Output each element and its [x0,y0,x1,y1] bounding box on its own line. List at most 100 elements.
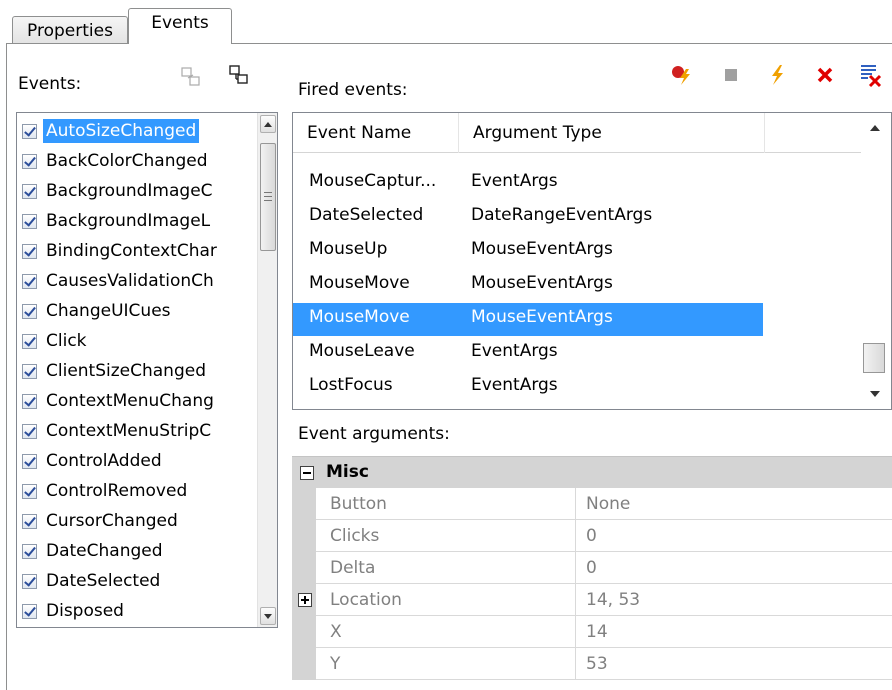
event-name-cell: MouseMove [309,307,410,327]
argument-type-cell: DateRangeEventArgs [471,205,653,225]
event-checkbox[interactable] [22,603,37,619]
event-list-item[interactable]: DateChanged [17,537,247,565]
column-header-argument-type[interactable]: Argument Type [459,113,765,153]
fired-event-row[interactable]: LostFocus EventArgs [293,371,763,404]
argument-type-cell: MouseEventArgs [471,239,613,259]
grid-scrollbar[interactable] [861,113,891,409]
event-checkbox[interactable] [22,573,37,589]
event-checkbox[interactable] [22,123,37,139]
category-row-misc[interactable]: Misc [292,456,892,488]
scroll-down-arrow[interactable] [260,607,276,625]
event-list-item[interactable]: BackgroundImageC [17,177,247,205]
event-list-item[interactable]: ControlAdded [17,447,247,475]
tab-properties[interactable]: Properties [12,16,128,44]
fired-event-row[interactable]: MouseMove MouseEventArgs [293,269,763,302]
event-checkbox[interactable] [22,333,37,349]
scroll-up-arrow[interactable] [870,125,880,131]
event-checkbox[interactable] [22,153,37,169]
property-gutter [292,616,316,648]
scroll-up-arrow[interactable] [260,115,276,133]
stop-icon[interactable] [722,66,744,88]
event-list-item[interactable]: CursorChanged [17,507,247,535]
event-checkbox[interactable] [22,183,37,199]
fired-event-row[interactable]: MouseLeave EventArgs [293,337,763,370]
event-checkbox[interactable] [22,513,37,529]
property-value[interactable]: 14, 53 [576,584,892,616]
event-list-item-label: BindingContextChar [46,241,217,261]
argument-type-cell: EventArgs [471,375,558,395]
fired-event-row[interactable]: MouseUp MouseEventArgs [293,235,763,268]
event-checkbox[interactable] [22,453,37,469]
event-list-item[interactable]: CausesValidationCh [17,267,247,295]
fired-event-row[interactable]: MouseMove MouseEventArgs [293,303,763,336]
event-checkbox[interactable] [22,243,37,259]
fired-event-row[interactable]: DateSelected DateRangeEventArgs [293,201,763,234]
property-row[interactable]: Button None [292,488,892,520]
event-list-item-label: ContextMenuChang [46,391,214,411]
events-list-scrollbar[interactable] [257,113,277,627]
event-list-item[interactable]: DateSelected [17,567,247,595]
event-checkbox[interactable] [22,273,37,289]
events-list[interactable]: AutoSizeChanged BackColorChanged Backgroun… [16,112,278,628]
event-list-item-label: ChangeUICues [46,301,171,321]
event-list-item-label: BackgroundImageL [46,211,211,231]
event-checkbox[interactable] [22,213,37,229]
event-checkbox[interactable] [22,483,37,499]
event-list-item-label: ContextMenuStripC [46,421,212,441]
event-list-item-label: CursorChanged [46,511,178,531]
event-checkbox[interactable] [22,393,37,409]
lightning-icon[interactable] [766,64,788,86]
event-list-item[interactable]: BackgroundImageL [17,207,247,235]
fired-events-grid[interactable]: Event Name Argument Type MouseCaptur... E… [292,112,892,410]
event-list-item-label: BackColorChanged [46,151,208,171]
property-gutter [292,552,316,584]
event-checkbox[interactable] [22,423,37,439]
fired-event-row[interactable]: MouseCaptur... EventArgs [293,167,763,200]
property-value[interactable]: 53 [576,648,892,680]
collapse-icon[interactable] [300,466,314,480]
property-row[interactable]: X 14 [292,616,892,648]
clear-list-icon[interactable] [858,62,882,88]
event-list-item[interactable]: ContextMenuStripC [17,417,247,445]
start-capture-icon[interactable] [670,64,692,86]
event-checkbox[interactable] [22,363,37,379]
delete-icon[interactable] [814,64,836,86]
expand-icon[interactable] [298,593,312,607]
property-value[interactable]: 0 [576,520,892,552]
event-list-item[interactable]: BindingContextChar [17,237,247,265]
property-name: X [316,616,576,648]
property-gutter [292,584,316,616]
new-window-icon[interactable] [228,64,250,86]
argument-type-cell: MouseEventArgs [471,307,613,327]
property-value[interactable]: 14 [576,616,892,648]
event-list-item[interactable]: Click [17,327,247,355]
scroll-thumb[interactable] [260,143,276,251]
event-list-item-label: ClientSizeChanged [46,361,206,381]
property-row[interactable]: Location 14, 53 [292,584,892,616]
event-list-item[interactable]: AutoSizeChanged [17,117,247,145]
property-value[interactable]: None [576,488,892,520]
property-row[interactable]: Clicks 0 [292,520,892,552]
scroll-down-arrow[interactable] [870,391,880,397]
scroll-thumb[interactable] [863,343,885,373]
event-checkbox[interactable] [22,303,37,319]
column-header-event-name[interactable]: Event Name [293,113,459,153]
tab-events[interactable]: Events [128,8,232,44]
event-list-item-label: ControlAdded [46,451,162,471]
event-list-item[interactable]: Disposed [17,597,247,625]
event-list-item[interactable]: ControlRemoved [17,477,247,505]
event-arguments-label: Event arguments: [298,424,450,444]
event-list-item[interactable]: BackColorChanged [17,147,247,175]
event-checkbox[interactable] [22,543,37,559]
property-row[interactable]: Y 53 [292,648,892,680]
argument-type-cell: EventArgs [471,171,558,191]
argument-type-cell: MouseEventArgs [471,273,613,293]
property-gutter [292,520,316,552]
collapse-windows-icon[interactable] [180,66,202,88]
event-list-item[interactable]: ChangeUICues [17,297,247,325]
event-list-item[interactable]: ContextMenuChang [17,387,247,415]
property-value[interactable]: 0 [576,552,892,584]
event-list-item[interactable]: ClientSizeChanged [17,357,247,385]
event-arguments-grid[interactable]: Misc Button None Clicks 0 Delta 0 Location 14, … [292,456,892,690]
property-row[interactable]: Delta 0 [292,552,892,584]
